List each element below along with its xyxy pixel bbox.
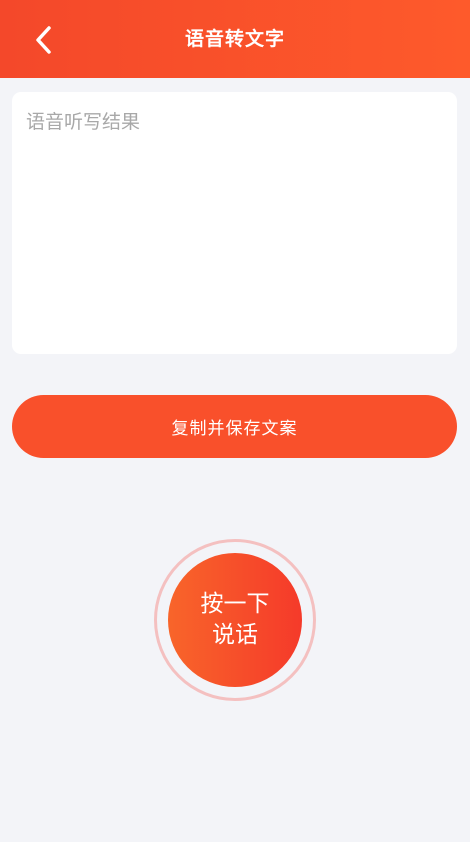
press-to-speak-label-line2: 说话 [212, 622, 258, 648]
transcription-result-field[interactable] [12, 92, 457, 354]
press-to-speak-button[interactable]: 按一下 说话 [168, 553, 302, 687]
press-to-speak-label-line1: 按一下 [200, 591, 270, 617]
page-title: 语音转文字 [184, 28, 285, 50]
app-header: 语音转文字 [0, 0, 470, 78]
copy-and-save-button[interactable]: 复制并保存文案 [12, 395, 457, 458]
